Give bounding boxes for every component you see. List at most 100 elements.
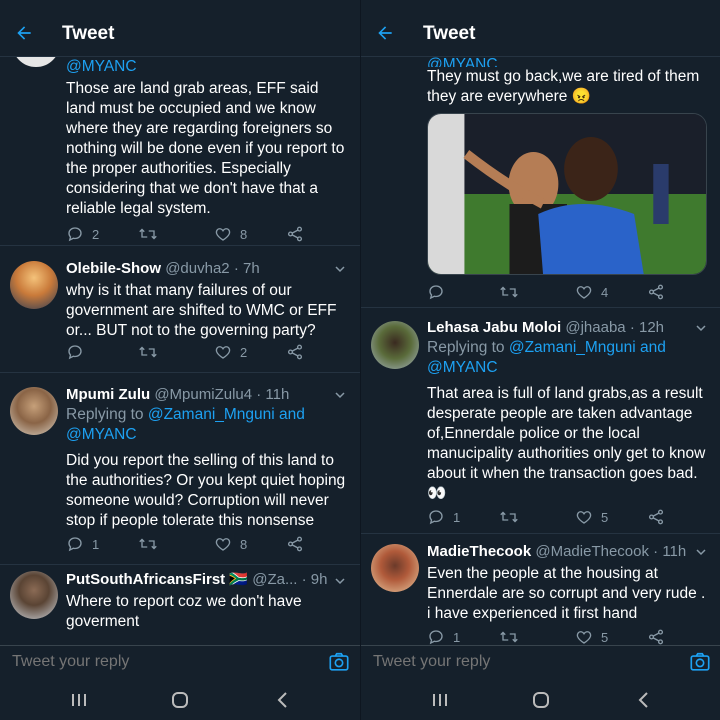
avatar[interactable] [10,387,58,435]
like-button[interactable]: 2 [214,343,247,361]
tweet-actions: 4 [361,283,720,305]
back-nav-icon[interactable] [272,690,294,710]
home-icon[interactable] [530,690,552,710]
tweet[interactable]: PutSouthAfricansFirst 🇿🇦 @Za... · 9h Whe… [0,565,360,646]
home-icon[interactable] [169,690,191,710]
system-nav-bar [361,680,720,720]
like-button[interactable]: 5 [575,628,608,646]
user-handle[interactable]: @MadieThecook [535,543,649,560]
camera-icon[interactable] [328,651,350,673]
retweet-icon [139,228,157,240]
tweet-actions: 2 8 [0,225,360,247]
retweet-icon [139,346,157,358]
share-button[interactable] [647,508,665,526]
reply-button[interactable]: 1 [66,535,99,553]
reply-button[interactable]: 1 [427,628,460,646]
chevron-down-icon[interactable] [695,322,707,334]
avatar[interactable] [371,544,419,592]
back-arrow-icon[interactable] [14,23,34,43]
like-button[interactable]: 8 [214,535,247,553]
reply-count: 1 [453,509,461,525]
retweet-icon [500,286,518,298]
tweet-text: Those are land grab areas, EFF said land… [66,80,345,217]
camera-icon[interactable] [689,651,711,673]
share-button[interactable] [286,343,304,361]
tweet-reply-input[interactable] [10,652,294,672]
tweet-actions: 1 8 [0,535,360,557]
back-nav-icon[interactable] [633,690,655,710]
like-count: 8 [240,536,248,552]
tweet-text: why is it that many failures of our gove… [66,282,337,339]
chevron-down-icon[interactable] [695,546,707,558]
tweet[interactable]: @MYANC They must go back,we are tired of… [361,57,720,305]
avatar[interactable] [10,571,58,619]
user-handle[interactable]: @Za... [252,571,297,588]
tweet-actions: 2 [0,343,360,365]
reply-thread: @MYANC Those are land grab areas, EFF sa… [0,57,360,646]
top-app-bar: Tweet [361,12,720,57]
like-button[interactable]: 4 [575,283,608,301]
display-name[interactable]: MadieThecook [427,543,531,560]
display-name[interactable]: Lehasa Jabu Moloi [427,319,561,336]
replying-to-handle[interactable]: @MYANC [66,57,346,77]
reply-count: 1 [92,536,100,552]
tweet-header: Mpumi Zulu @MpumiZulu4 · 11h [66,385,346,405]
display-name[interactable]: Mpumi Zulu [66,386,150,403]
chevron-down-icon[interactable] [334,389,346,401]
retweet-button[interactable] [499,508,527,526]
share-button[interactable] [286,225,304,243]
avatar[interactable] [10,57,62,69]
heart-icon [215,228,231,241]
replying-to-handle[interactable]: @MYANC [427,57,707,67]
recent-apps-icon[interactable] [68,690,90,710]
retweet-button[interactable] [499,628,527,646]
tweet[interactable]: @MYANC Those are land grab areas, EFF sa… [0,57,360,243]
reply-count: 2 [92,226,100,242]
avatar[interactable] [10,261,58,309]
avatar[interactable] [371,321,419,369]
tweet-reply-input[interactable] [371,652,655,672]
photo-image [428,114,706,274]
replying-to-line: Replying to @Zamani_Mnguni and @MYANC [66,405,346,445]
tweet-text: Did you report the selling of this land … [66,452,346,529]
tweet-text-body: They must go back,we are tired of them t… [427,68,700,105]
like-button[interactable]: 8 [214,225,247,243]
chevron-down-icon[interactable] [334,575,346,587]
reply-button[interactable]: 2 [66,225,99,243]
tweet[interactable]: Mpumi Zulu @MpumiZulu4 · 11h Replying to… [0,373,360,563]
user-handle[interactable]: @jhaaba [565,319,625,336]
reply-icon [68,537,82,552]
angry-face-emoji: 😠 [571,88,592,105]
back-arrow-icon[interactable] [375,23,395,43]
tweet-header: Olebile-Show @duvha2 · 7h [66,259,346,279]
tweet[interactable]: MadieThecook @MadieThecook · 11h Even th… [361,534,720,646]
recent-apps-icon[interactable] [429,690,451,710]
retweet-button[interactable] [138,225,166,243]
retweet-button[interactable] [499,283,527,301]
like-button[interactable]: 5 [575,508,608,526]
share-icon [648,509,664,525]
tweet[interactable]: Olebile-Show @duvha2 · 7h why is it that… [0,246,360,371]
retweet-icon [139,538,157,550]
share-button[interactable] [647,628,665,646]
retweet-button[interactable] [138,343,166,361]
tweet-text: Where to report coz we don't have goverm… [66,593,302,630]
user-handle[interactable]: @MpumiZulu4 [154,386,252,403]
reply-button[interactable] [66,343,92,361]
retweet-button[interactable] [138,535,166,553]
tweet-text: Even the people at the housing at Ennerd… [427,565,706,622]
reply-button[interactable] [427,283,453,301]
tweet-photo[interactable] [427,113,707,275]
chevron-down-icon[interactable] [334,263,346,275]
tweet[interactable]: Lehasa Jabu Moloi @jhaaba · 12h Replying… [361,308,720,532]
user-handle[interactable]: @duvha2 [165,260,229,277]
display-name[interactable]: PutSouthAfricansFirst [66,571,225,588]
share-button[interactable] [286,535,304,553]
status-bar [361,0,720,12]
share-button[interactable] [647,283,665,301]
share-icon [287,536,303,552]
like-count: 5 [601,629,609,645]
reply-button[interactable]: 1 [427,508,460,526]
display-name[interactable]: Olebile-Show [66,260,161,277]
tweet-time: · 12h [629,319,665,336]
